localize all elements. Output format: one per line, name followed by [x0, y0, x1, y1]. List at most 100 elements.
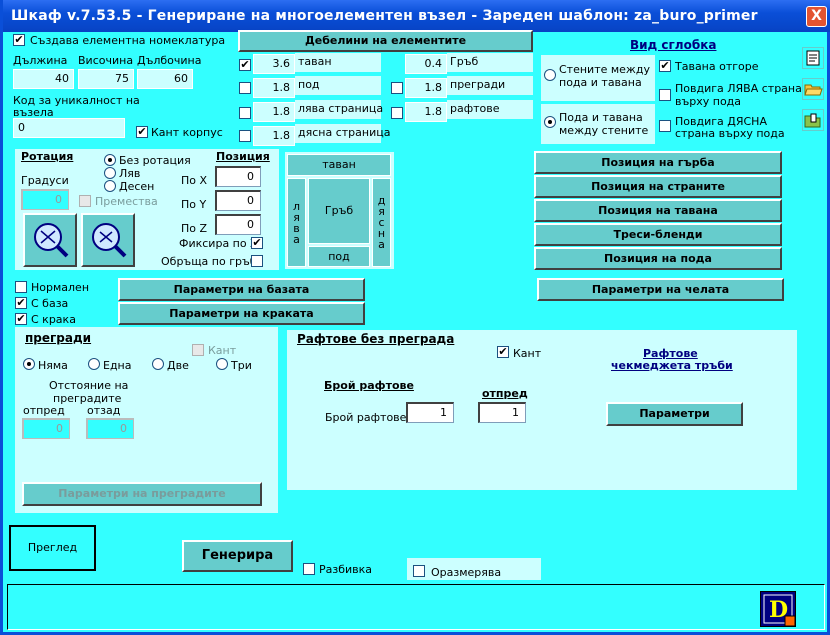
rotation-left-label: Ляв — [119, 167, 141, 180]
diagram-left-char: а — [293, 232, 300, 246]
rotation-none-radio[interactable] — [104, 154, 116, 166]
height-label: Височина — [78, 54, 134, 67]
top-outside-checkbox[interactable]: ✔ — [659, 60, 671, 72]
open-folder-icon[interactable] — [802, 78, 824, 100]
thickness-shelves-checkbox[interactable] — [391, 107, 403, 119]
shelves-front-input[interactable]: 1 — [478, 402, 526, 423]
uniq-code-field[interactable]: 0 — [13, 118, 125, 138]
diagram-right-char: а — [378, 238, 385, 251]
diagram-back[interactable]: Гръб — [308, 178, 370, 244]
generate-button[interactable]: Генерира — [182, 540, 293, 572]
top-position-button[interactable]: Позиция на тавана — [534, 199, 782, 222]
bottom-position-button[interactable]: Позиция на пода — [534, 247, 782, 270]
thickness-top-checkbox[interactable]: ✔ — [239, 59, 251, 71]
save-folder-icon[interactable] — [802, 109, 824, 131]
rotation-title: Ротация — [21, 150, 74, 163]
preview-button[interactable]: Преглед — [9, 525, 96, 571]
position-title: Позиция — [216, 150, 270, 163]
nomenclature-label: Създава елементна номеклатура — [30, 34, 226, 47]
logo-icon: D — [763, 594, 796, 627]
blinds-button[interactable]: Треси-бленди — [534, 223, 782, 246]
degrees-input[interactable]: 0 — [21, 189, 69, 210]
joint-option-1-panel[interactable]: Стените между пода и тавана — [541, 55, 655, 101]
rotate-view-button-1[interactable] — [23, 213, 77, 267]
partitions-none-label: Няма — [38, 359, 68, 372]
partitions-back-input[interactable]: 0 — [86, 418, 134, 439]
thickness-header-button[interactable]: Дебелини на елементите — [238, 30, 533, 52]
close-button[interactable]: X — [806, 6, 827, 27]
window-title: Шкаф v.7.53.5 - Генериране на многоелеме… — [11, 8, 758, 24]
pos-y-label: По Y — [181, 198, 207, 211]
fix-z-checkbox[interactable]: ✔ — [251, 237, 263, 249]
thickness-right-checkbox[interactable] — [239, 130, 251, 142]
diagram-bottom[interactable]: под — [308, 246, 370, 267]
thickness-top-field[interactable]: 3.6 — [253, 54, 295, 74]
zoom-window-icon — [92, 223, 127, 258]
thickness-right-field[interactable]: 1.8 — [253, 126, 295, 146]
pos-y-input[interactable]: 0 — [215, 190, 261, 211]
diagram-top[interactable]: таван — [287, 154, 391, 176]
partitions-none-radio[interactable] — [23, 358, 35, 370]
diagram-left-char: л — [292, 199, 301, 213]
thickness-left-field[interactable]: 1.8 — [253, 102, 295, 122]
thickness-top-label: таван — [295, 53, 381, 72]
front-params-button[interactable]: Параметри на челата — [537, 278, 784, 301]
shelves-count-label: Брой рафтове — [325, 411, 407, 424]
base-with-legs-checkbox[interactable]: ✔ — [15, 313, 27, 325]
back-position-button[interactable]: Позиция на гърба — [534, 151, 782, 174]
joint-option-2-label-2: между стените — [559, 124, 649, 137]
thickness-left-checkbox[interactable] — [239, 107, 251, 119]
partitions-params-button[interactable]: Параметри на преградите — [22, 482, 262, 506]
base-with-base-checkbox[interactable]: ✔ — [15, 297, 27, 309]
shelves-params-button[interactable]: Параметри — [606, 402, 743, 426]
dimension-label: Оразмерява — [431, 566, 502, 579]
base-normal-checkbox[interactable] — [15, 281, 27, 293]
thickness-bottom-field[interactable]: 1.8 — [253, 78, 295, 98]
thickness-partitions-checkbox[interactable] — [391, 82, 403, 94]
length-field[interactable]: 40 — [13, 69, 74, 89]
thickness-bottom-label: под — [295, 76, 381, 95]
lift-right-checkbox[interactable] — [659, 120, 671, 132]
moves-checkbox[interactable] — [79, 195, 91, 207]
thickness-shelves-field[interactable]: 1.8 — [405, 102, 447, 122]
rotation-none-label: Без ротация — [119, 154, 191, 167]
sides-position-button[interactable]: Позиция на страните — [534, 175, 782, 198]
thickness-partitions-field[interactable]: 1.8 — [405, 78, 447, 98]
thickness-partitions-label: прегради — [447, 76, 533, 95]
rotation-left-radio[interactable] — [104, 167, 116, 179]
joint-option-2-panel[interactable]: Пода и тавана между стените — [541, 104, 655, 144]
diagram-right[interactable]: дясна — [372, 178, 391, 267]
rotate-view-button-2[interactable] — [81, 213, 135, 267]
explode-checkbox[interactable] — [303, 563, 315, 575]
thickness-back-field[interactable]: 0.4 — [405, 54, 447, 74]
nomenclature-checkbox[interactable]: ✔ — [13, 34, 25, 46]
partitions-two-radio[interactable] — [152, 358, 164, 370]
properties-icon[interactable] — [802, 47, 824, 69]
pos-x-input[interactable]: 0 — [215, 166, 261, 187]
rotation-right-radio[interactable] — [104, 180, 116, 192]
flip-back-checkbox[interactable] — [251, 255, 263, 267]
legs-params-button[interactable]: Параметри на краката — [118, 302, 365, 325]
app-logo: D — [760, 591, 796, 627]
partitions-kant-checkbox[interactable] — [192, 344, 204, 356]
partitions-kant-label: Кант — [208, 344, 237, 357]
base-params-button[interactable]: Параметри на базата — [118, 278, 365, 301]
partitions-three-radio[interactable] — [216, 358, 228, 370]
pos-z-label: По Z — [181, 222, 208, 235]
shelves-count-input[interactable]: 1 — [406, 402, 454, 423]
pos-z-input[interactable]: 0 — [215, 214, 261, 235]
lift-left-checkbox[interactable] — [659, 89, 671, 101]
kant-korpus-checkbox[interactable]: ✔ — [136, 126, 148, 138]
thickness-bottom-checkbox[interactable] — [239, 82, 251, 94]
partitions-front-input[interactable]: 0 — [22, 418, 70, 439]
partitions-back-label: отзад — [87, 404, 121, 417]
joint-option-2-radio[interactable] — [544, 116, 556, 128]
joint-option-1-radio[interactable] — [544, 69, 556, 81]
dimension-checkbox[interactable] — [413, 565, 425, 577]
diagram-left[interactable]: лява — [287, 178, 306, 267]
depth-field[interactable]: 60 — [137, 69, 193, 89]
height-field[interactable]: 75 — [78, 69, 134, 89]
rotation-right-label: Десен — [119, 180, 155, 193]
shelves-kant-checkbox[interactable]: ✔ — [497, 346, 509, 358]
partitions-one-radio[interactable] — [88, 358, 100, 370]
